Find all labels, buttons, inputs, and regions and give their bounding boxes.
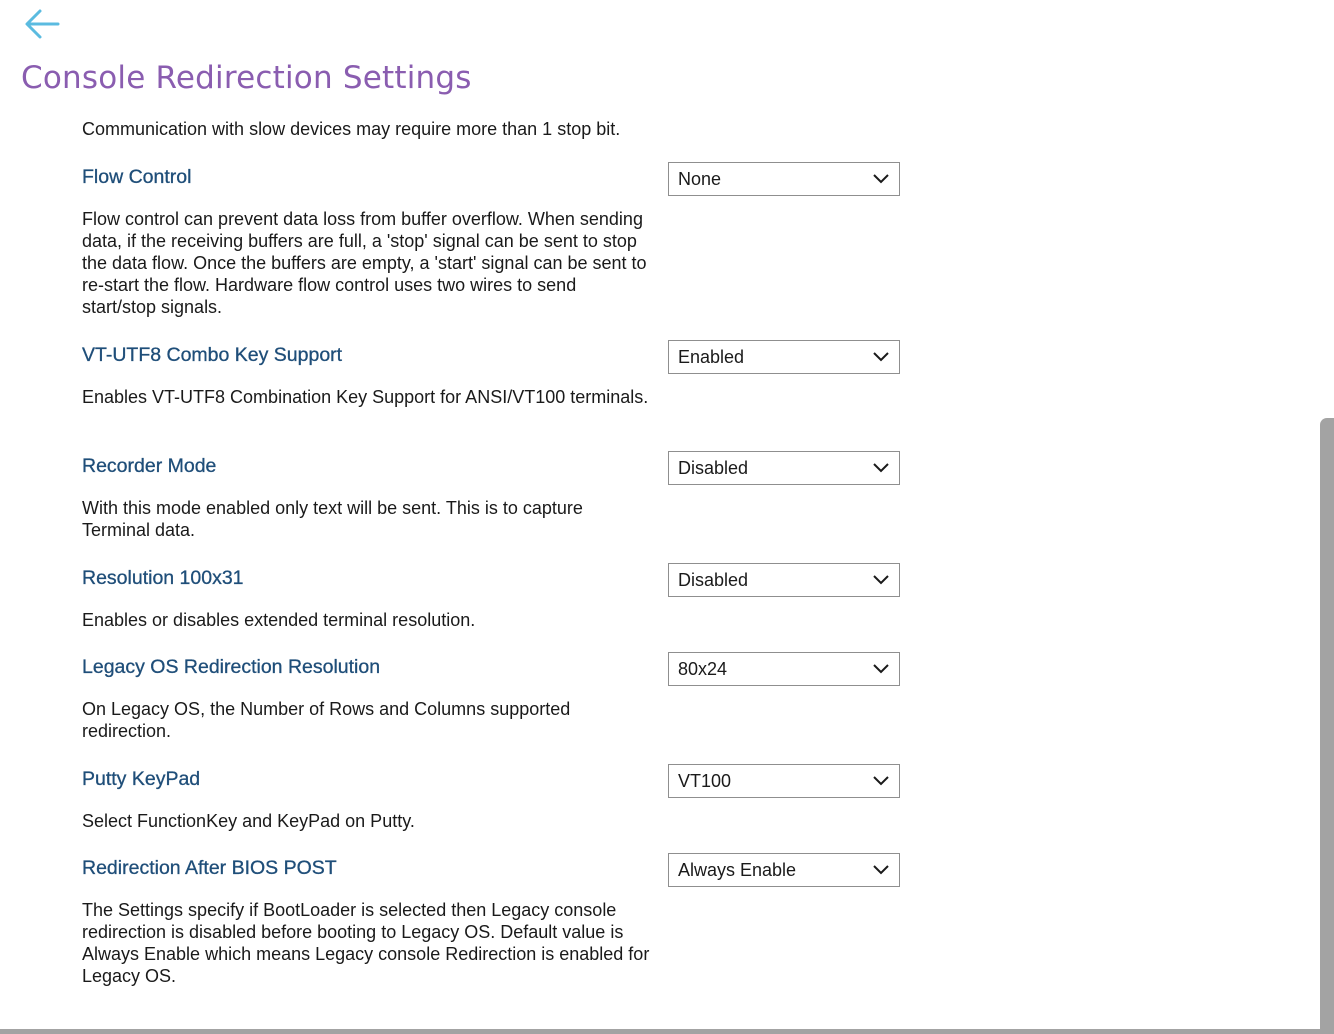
select-value: Enabled: [678, 347, 745, 367]
chevron-down-icon: [873, 463, 889, 473]
header-background: [0, 0, 1334, 114]
setting-label: VT-UTF8 Combo Key Support: [82, 344, 343, 366]
select-value: 80x24: [678, 659, 728, 679]
setting-description: Select FunctionKey and KeyPad on Putty.: [82, 811, 415, 831]
arrow-left-icon: [25, 9, 60, 39]
setting-description: The Settings specify if BootLoader is se…: [82, 900, 650, 986]
setting-description: Flow control can prevent data loss from …: [82, 209, 647, 317]
settings-list: Communication with slow devices may requ…: [82, 0, 942, 1034]
select-value: VT100: [678, 771, 732, 791]
setting-description: Enables or disables extended terminal re…: [82, 610, 476, 630]
scrollbar-thumb[interactable]: [1320, 418, 1334, 1034]
redirection-after-bios-post-select[interactable]: Always Enable: [668, 853, 900, 887]
select-value: Always Enable: [678, 860, 797, 880]
setting-label: Redirection After BIOS POST: [82, 857, 337, 879]
page-title: Console Redirection Settings: [21, 60, 472, 96]
setting-description: With this mode enabled only text will be…: [82, 498, 583, 540]
chevron-down-icon: [873, 664, 889, 674]
select-value: None: [678, 169, 722, 189]
back-button[interactable]: [22, 6, 64, 42]
setting-label: Resolution 100x31: [82, 567, 244, 589]
setting-label: Recorder Mode: [82, 455, 217, 477]
putty-keypad-select[interactable]: VT100: [668, 764, 900, 798]
setting-label: Putty KeyPad: [82, 768, 201, 790]
setting-label: Flow Control: [82, 166, 192, 188]
chevron-down-icon: [873, 174, 889, 184]
recorder-mode-select[interactable]: Disabled: [668, 451, 900, 485]
chevron-down-icon: [873, 575, 889, 585]
select-value: Disabled: [678, 458, 749, 478]
partial-description: Communication with slow devices may requ…: [82, 119, 621, 139]
resolution-100x31-select[interactable]: Disabled: [668, 563, 900, 597]
chevron-down-icon: [873, 865, 889, 875]
setting-label: Legacy OS Redirection Resolution: [82, 656, 381, 678]
legacy-os-resolution-select[interactable]: 80x24: [668, 652, 900, 686]
setting-description: On Legacy OS, the Number of Rows and Col…: [82, 699, 571, 741]
flow-control-select[interactable]: None: [668, 162, 900, 196]
setting-description: Enables VT-UTF8 Combination Key Support …: [82, 387, 649, 407]
chevron-down-icon: [873, 352, 889, 362]
chevron-down-icon: [873, 776, 889, 786]
horizontal-scrollbar[interactable]: [0, 1029, 1334, 1034]
vt-utf8-combo-key-select[interactable]: Enabled: [668, 340, 900, 374]
select-value: Disabled: [678, 570, 749, 590]
